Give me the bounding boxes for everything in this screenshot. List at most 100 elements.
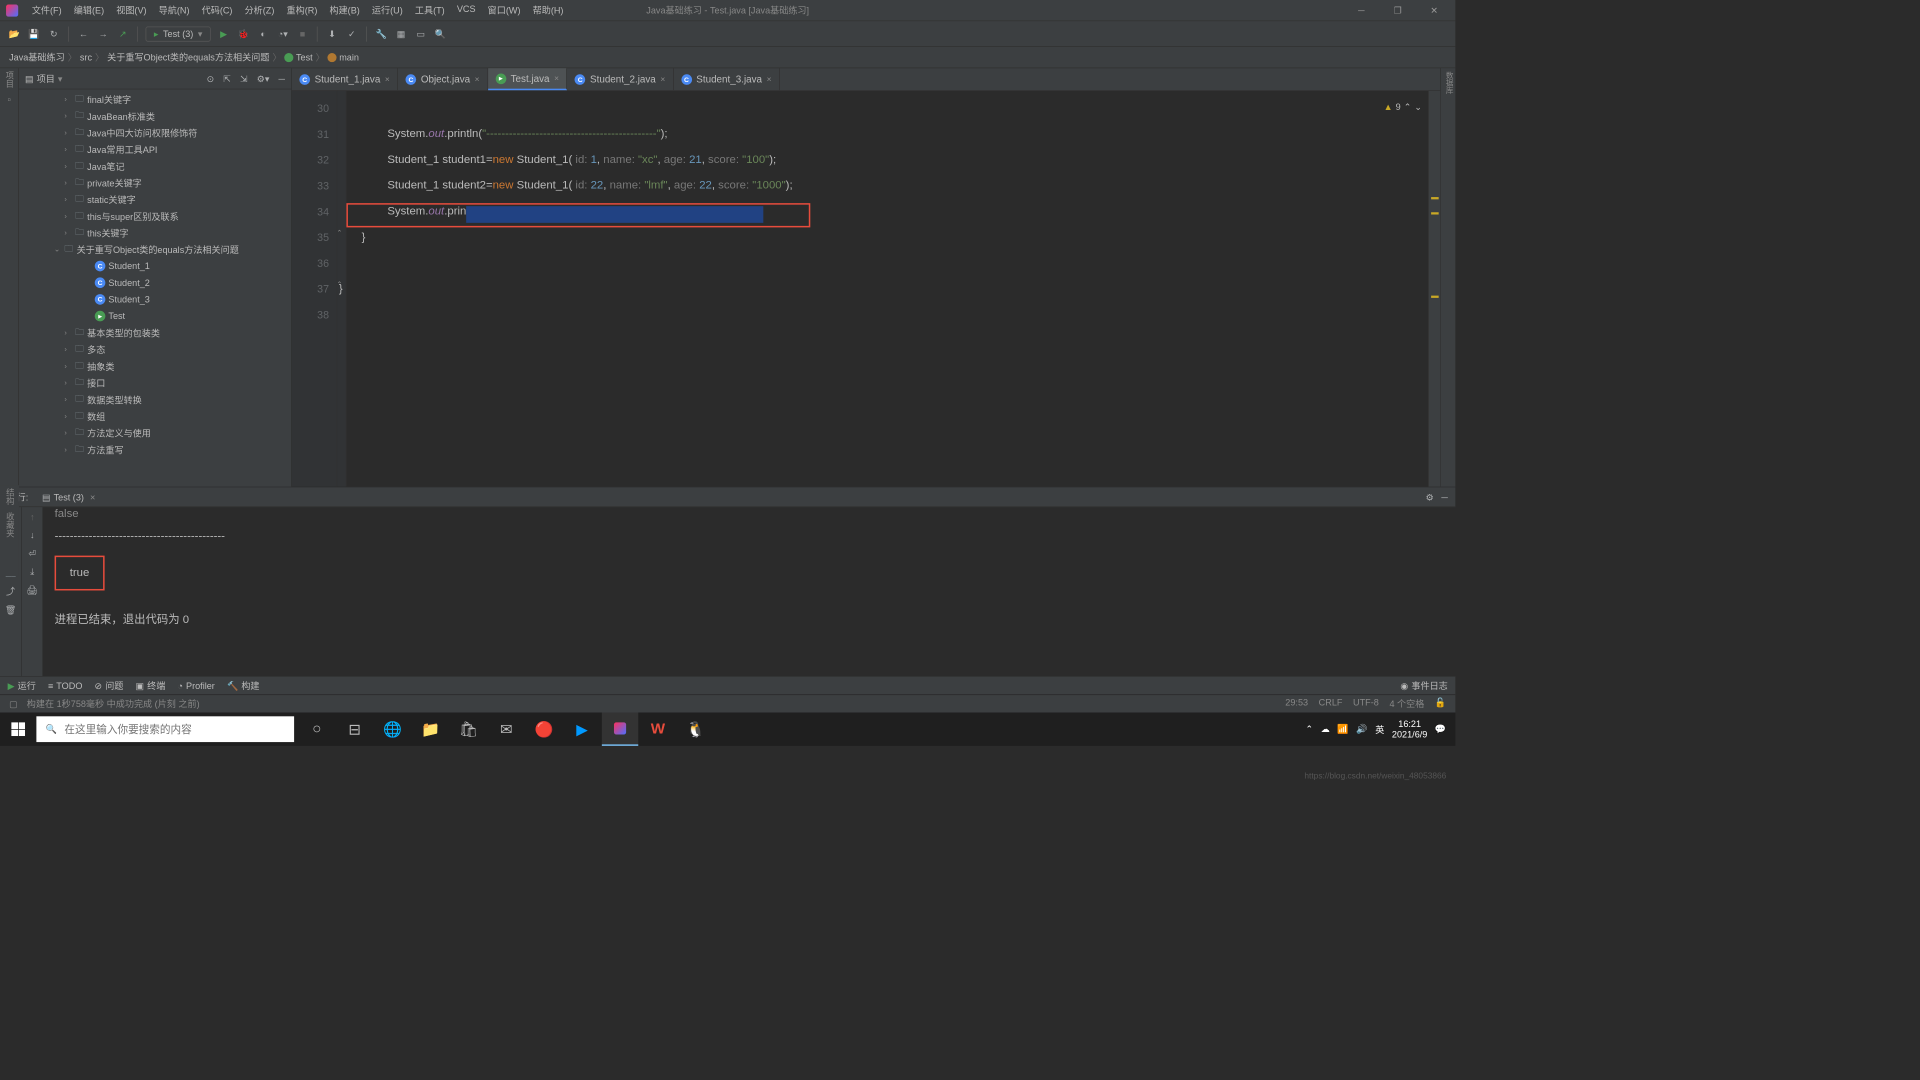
tree-item[interactable]: ›🗀抽象类 <box>19 358 291 375</box>
expand-icon[interactable]: ⇱ <box>223 73 231 84</box>
warning-marker[interactable] <box>1431 197 1439 199</box>
save-icon[interactable]: 💾 <box>27 27 41 41</box>
debug-icon[interactable]: 🐞 <box>237 27 251 41</box>
tree-item[interactable]: ›🗀Java笔记 <box>19 158 291 175</box>
close-button[interactable]: ✕ <box>1419 3 1449 18</box>
inspections-widget[interactable]: ▲9 ⌃ ⌄ <box>1384 94 1422 120</box>
menu-refactor[interactable]: 重构(R) <box>282 2 322 18</box>
menu-analyze[interactable]: 分析(Z) <box>240 2 279 18</box>
tree-item[interactable]: CStudent_3 <box>19 291 291 308</box>
down-icon[interactable]: ↓ <box>30 530 35 541</box>
close-icon[interactable]: × <box>475 75 480 84</box>
close-icon[interactable]: × <box>385 75 390 84</box>
search-icon[interactable]: 🔍 <box>434 27 448 41</box>
tree-item[interactable]: ›🗀static关键字 <box>19 191 291 208</box>
structure-tool-button[interactable]: 结构 <box>3 488 15 505</box>
tree-item[interactable]: ›🗀多态 <box>19 341 291 358</box>
tray-ime[interactable]: 英 <box>1375 723 1384 736</box>
taskbar-search[interactable]: 🔍 <box>36 716 294 742</box>
tree-item[interactable]: ›🗀Java常用工具API <box>19 141 291 158</box>
menu-file[interactable]: 文件(F) <box>27 2 66 18</box>
run-tab[interactable]: ▤Test (3)× <box>36 490 101 504</box>
minimize-button[interactable]: ─ <box>1346 3 1376 18</box>
compile-icon[interactable]: ↗ <box>116 27 130 41</box>
task-view-icon[interactable]: ⊟ <box>337 713 373 746</box>
tab-profiler[interactable]: ◔Profiler <box>177 680 214 691</box>
tree-item[interactable]: ›🗀基本类型的包装类 <box>19 324 291 341</box>
stop-icon[interactable]: ■ <box>296 27 310 41</box>
status-tool-window-icon[interactable]: ▢ <box>9 698 18 709</box>
tab-terminal[interactable]: ▣终端 <box>136 679 166 692</box>
code-editor[interactable]: ▲9 ⌃ ⌄ System.out.println("-------------… <box>346 91 1428 487</box>
tree-item[interactable]: ›🗀JavaBean标准类 <box>19 108 291 125</box>
tree-item[interactable]: CStudent_1 <box>19 258 291 275</box>
menu-run[interactable]: 运行(U) <box>367 2 407 18</box>
tree-item[interactable]: ⌄🗀关于重写Object类的equals方法相关问题 <box>19 241 291 258</box>
tree-item[interactable]: ›🗀this关键字 <box>19 224 291 241</box>
menu-vcs[interactable]: VCS <box>452 2 480 18</box>
taskbar-search-input[interactable] <box>64 723 285 735</box>
chrome-icon[interactable]: 🔴 <box>526 713 562 746</box>
wps-icon[interactable]: W <box>640 713 676 746</box>
chevron-up-icon[interactable]: ⌃ <box>1404 94 1412 120</box>
crumb-class[interactable]: Test <box>285 52 313 63</box>
warning-marker[interactable] <box>1431 296 1439 298</box>
menu-help[interactable]: 帮助(H) <box>528 2 568 18</box>
project-tool-button[interactable]: 项目 <box>3 71 15 88</box>
tray-cloud-icon[interactable]: ☁ <box>1321 724 1330 735</box>
crumb-package[interactable]: 关于重写Object类的equals方法相关问题 <box>107 51 269 64</box>
trash-icon[interactable]: 🗑 <box>5 605 17 616</box>
locate-icon[interactable]: ⊙ <box>207 73 215 84</box>
tree-item[interactable]: ›🗀方法重写 <box>19 441 291 458</box>
intellij-icon[interactable] <box>602 713 638 746</box>
status-encoding[interactable]: UTF-8 <box>1353 697 1379 710</box>
tray-notification-icon[interactable]: 💬 <box>1435 724 1446 735</box>
editor-tab[interactable]: ▸Test.java× <box>488 68 567 90</box>
menu-view[interactable]: 视图(V) <box>112 2 151 18</box>
up-icon[interactable]: ↑ <box>30 512 35 523</box>
tab-run[interactable]: ▶运行 <box>8 679 36 692</box>
mail-icon[interactable]: ✉ <box>488 713 524 746</box>
run-icon[interactable]: ▶ <box>217 27 231 41</box>
status-indent[interactable]: 4 个空格 <box>1389 697 1424 710</box>
menu-tools[interactable]: 工具(T) <box>410 2 449 18</box>
error-stripe[interactable] <box>1428 91 1440 487</box>
tray-volume-icon[interactable]: 🔊 <box>1356 724 1367 735</box>
forward-icon[interactable]: → <box>96 27 110 41</box>
store-icon[interactable]: 🛍 <box>450 713 486 746</box>
gear-icon[interactable]: ⚙ <box>1426 492 1434 503</box>
coverage-icon[interactable]: ◐ <box>256 27 270 41</box>
tree-item[interactable]: ›🗀Java中四大访问权限修饰符 <box>19 124 291 141</box>
crumb-method[interactable]: main <box>328 52 359 63</box>
gear-icon[interactable]: ⚙▾ <box>257 73 270 84</box>
status-caret-position[interactable]: 29:53 <box>1285 697 1308 710</box>
git-commit-icon[interactable]: ✓ <box>345 27 359 41</box>
cortana-icon[interactable]: ○ <box>299 713 335 746</box>
print-icon[interactable]: 🖨 <box>26 585 38 596</box>
start-button[interactable] <box>0 713 36 746</box>
tab-build[interactable]: 🔨构建 <box>227 679 260 692</box>
tab-problems[interactable]: ⊘问题 <box>95 679 124 692</box>
qq-icon[interactable]: 🐧 <box>678 713 714 746</box>
tray-clock[interactable]: 16:212021/6/9 <box>1392 719 1427 740</box>
tab-event-log[interactable]: ◉事件日志 <box>1400 679 1447 692</box>
menu-edit[interactable]: 编辑(E) <box>69 2 108 18</box>
database-tool-button[interactable]: 数据库 <box>1442 71 1453 94</box>
status-line-separator[interactable]: CRLF <box>1319 697 1343 710</box>
tree-item[interactable]: ›🗀方法定义与使用 <box>19 424 291 441</box>
tree-item[interactable]: ›🗀数据类型转换 <box>19 391 291 408</box>
tree-item[interactable]: ›🗀this与super区别及联系 <box>19 208 291 225</box>
collapse-icon[interactable]: ⇲ <box>240 73 248 84</box>
close-icon[interactable]: × <box>767 75 772 84</box>
media-icon[interactable]: ▶ <box>564 713 600 746</box>
tree-item[interactable]: ›🗀private关键字 <box>19 174 291 191</box>
menu-code[interactable]: 代码(C) <box>197 2 237 18</box>
avd-icon[interactable]: ▭ <box>414 27 428 41</box>
tree-item[interactable]: ▸Test <box>19 308 291 325</box>
hide-panel-icon[interactable]: ─ <box>1441 492 1447 503</box>
maximize-button[interactable]: ❐ <box>1383 3 1413 18</box>
console-output[interactable]: false ----------------------------------… <box>42 507 1455 676</box>
tree-item[interactable]: ›🗀数组 <box>19 408 291 425</box>
crumb-src[interactable]: src <box>80 52 92 63</box>
warning-marker[interactable] <box>1431 212 1439 214</box>
